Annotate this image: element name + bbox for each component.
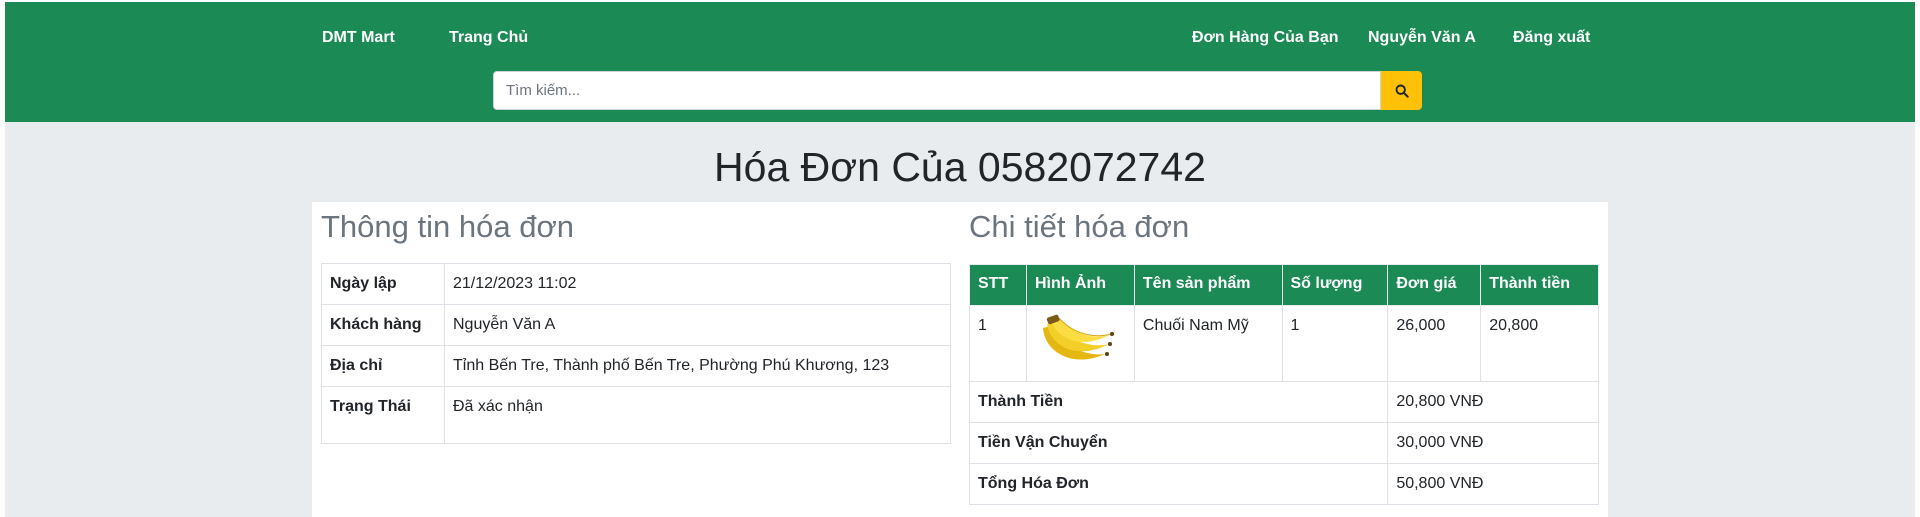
info-value: Đã xác nhận bbox=[444, 386, 951, 444]
banana-image bbox=[1042, 314, 1114, 360]
item-name: Chuối Nam Mỹ bbox=[1133, 305, 1283, 382]
item-qty: 1 bbox=[1281, 305, 1389, 382]
summary-label: Tiền Vận Chuyển bbox=[968, 422, 1389, 464]
search-input[interactable] bbox=[493, 71, 1381, 110]
brand-link[interactable]: DMT Mart bbox=[322, 29, 395, 47]
column-header: Số lượng bbox=[1281, 264, 1389, 306]
info-row: Ngày lập 21/12/2023 11:02 bbox=[321, 263, 951, 305]
info-label: Khách hàng bbox=[321, 304, 445, 346]
info-table: Ngày lập 21/12/2023 11:02 Khách hàng Ngu… bbox=[321, 263, 951, 444]
summary-value: 20,800 VNĐ bbox=[1387, 381, 1599, 423]
info-value: 21/12/2023 11:02 bbox=[444, 263, 951, 305]
item-total: 20,800 bbox=[1480, 305, 1599, 382]
summary-row: Tổng Hóa Đơn 50,800 VNĐ bbox=[968, 463, 1599, 505]
nav-home-link[interactable]: Trang Chủ bbox=[449, 29, 528, 47]
summary-value: 30,000 VNĐ bbox=[1387, 422, 1599, 464]
column-header: Đơn giá bbox=[1387, 264, 1482, 306]
info-row: Trạng Thái Đã xác nhận bbox=[321, 386, 951, 444]
search-bar bbox=[493, 71, 1422, 110]
search-icon bbox=[1395, 84, 1409, 98]
summary-row: Tiền Vận Chuyển 30,000 VNĐ bbox=[968, 422, 1599, 464]
column-header: Hình Ảnh bbox=[1025, 264, 1135, 306]
summary-label: Thành Tiền bbox=[968, 381, 1389, 423]
info-row: Địa chỉ Tỉnh Bến Tre, Thành phố Bến Tre,… bbox=[321, 345, 951, 387]
info-label: Trạng Thái bbox=[321, 386, 445, 444]
info-section-title: Thông tin hóa đơn bbox=[321, 209, 575, 244]
summary-row: Thành Tiền 20,800 VNĐ bbox=[968, 381, 1599, 423]
column-header: Thành tiền bbox=[1480, 264, 1599, 306]
table-header-row: STT Hình Ảnh Tên sản phẩm Số lượng Đơn g… bbox=[969, 264, 1599, 306]
summary-label: Tổng Hóa Đơn bbox=[968, 463, 1389, 505]
info-row: Khách hàng Nguyễn Văn A bbox=[321, 304, 951, 346]
page-title: Hóa Đơn Của 0582072742 bbox=[714, 144, 1206, 190]
info-value: Tỉnh Bến Tre, Thành phố Bến Tre, Phường … bbox=[444, 345, 951, 387]
table-row: 1 Chuối Nam Mỹ 1 26,000 20,800 bbox=[969, 305, 1599, 382]
detail-table: STT Hình Ảnh Tên sản phẩm Số lượng Đơn g… bbox=[968, 264, 1599, 505]
column-header: Tên sản phẩm bbox=[1133, 264, 1283, 306]
item-stt: 1 bbox=[969, 305, 1027, 382]
info-value: Nguyễn Văn A bbox=[444, 304, 951, 346]
info-label: Địa chỉ bbox=[321, 345, 445, 387]
nav-logout-link[interactable]: Đăng xuất bbox=[1513, 29, 1590, 47]
info-label: Ngày lập bbox=[321, 263, 445, 305]
summary-value: 50,800 VNĐ bbox=[1387, 463, 1599, 505]
item-price: 26,000 bbox=[1387, 305, 1482, 382]
search-button[interactable] bbox=[1381, 71, 1422, 110]
nav-orders-link[interactable]: Đơn Hàng Của Bạn bbox=[1192, 29, 1339, 47]
nav-user-link[interactable]: Nguyễn Văn A bbox=[1368, 29, 1476, 47]
item-image-cell bbox=[1025, 305, 1135, 382]
detail-section-title: Chi tiết hóa đơn bbox=[969, 209, 1190, 244]
column-header: STT bbox=[969, 264, 1027, 306]
